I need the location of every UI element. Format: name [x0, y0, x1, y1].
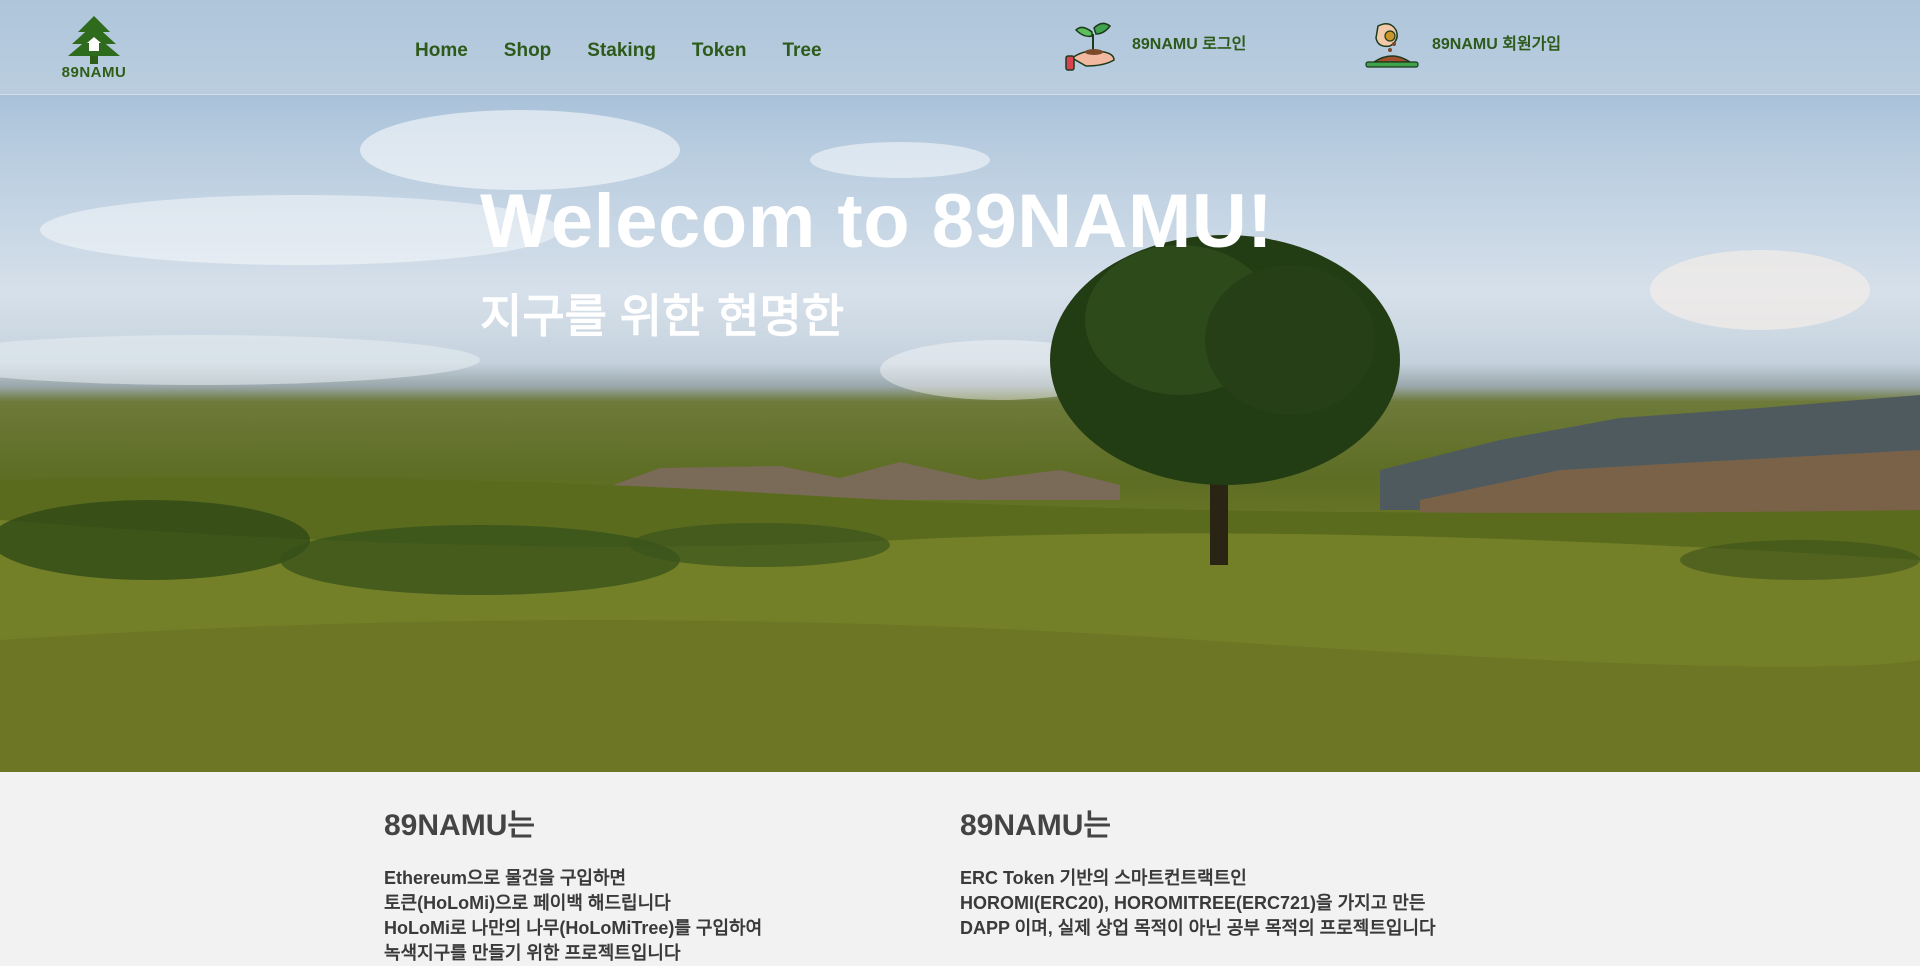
hero-title: Welecom to 89NAMU!: [480, 179, 1274, 264]
nav-token[interactable]: Token: [692, 40, 747, 62]
info-left-line: 녹색지구를 만들기 위한 프로젝트입니다: [384, 943, 681, 963]
signup-button[interactable]: 89NAMU 회원가입: [1364, 18, 1561, 74]
site-logo[interactable]: 89NAMU: [56, 14, 132, 86]
logo-text: 89NAMU: [61, 64, 127, 81]
hero-banner: Welecom to 89NAMU! 지구를 위한 현명한: [0, 0, 1920, 772]
hand-seed-icon: [1365, 23, 1419, 68]
info-right-heading: 89NAMU는: [960, 809, 1111, 842]
login-label: 89NAMU 로그인: [1132, 36, 1247, 53]
info-left-line: HoLoMi로 나만의 나무(HoLoMiTree)를 구입하여: [384, 918, 763, 938]
signup-label: 89NAMU 회원가입: [1432, 36, 1562, 53]
info-right-line: ERC Token 기반의 스마트컨트랙트인: [960, 868, 1247, 888]
info-left-line: Ethereum으로 물건을 구입하면: [384, 868, 627, 888]
nav-shop[interactable]: Shop: [504, 40, 552, 62]
main-nav: Home Shop Staking Token Tree: [415, 40, 858, 62]
info-left-line: 토큰(HoLoMi)으로 페이백 해드립니다: [384, 893, 671, 913]
nav-home[interactable]: Home: [415, 40, 468, 62]
login-button[interactable]: 89NAMU 로그인: [1064, 18, 1246, 74]
landscape-background: [0, 110, 1920, 772]
info-left-heading: 89NAMU는: [384, 809, 535, 842]
info-left: 89NAMU는 Ethereum으로 물건을 구입하면 토큰(HoLoMi)으로…: [384, 800, 762, 966]
tree-house-logo-icon: [68, 16, 120, 64]
hero-subtitle: 지구를 위한 현명한: [480, 290, 845, 342]
hand-sprout-icon: [1065, 22, 1115, 71]
top-navbar: 89NAMU Home Shop Staking Token Tree 89NA…: [0, 0, 1920, 95]
info-right-line: HOROMI(ERC20), HOROMITREE(ERC721)을 가지고 만…: [960, 893, 1426, 913]
info-right-line: DAPP 이며, 실제 상업 목적이 아닌 공부 목적의 프로젝트입니다: [960, 918, 1436, 938]
info-right: 89NAMU는 ERC Token 기반의 스마트컨트랙트인 HOROMI(ER…: [960, 800, 1436, 941]
nav-staking[interactable]: Staking: [587, 40, 656, 62]
nav-tree[interactable]: Tree: [782, 40, 821, 62]
